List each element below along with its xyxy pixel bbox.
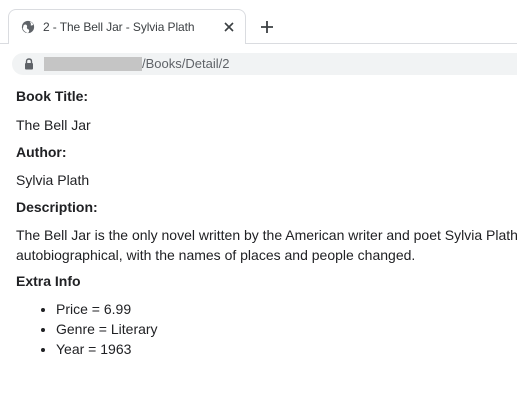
globe-icon [21,20,35,34]
tab-title: 2 - The Bell Jar - Sylvia Plath [43,20,195,34]
close-icon[interactable] [223,21,235,33]
extra-info-list: Price = 6.99 Genre = Literary Year = 196… [16,299,517,359]
tab-strip: 2 - The Bell Jar - Sylvia Plath [0,0,517,44]
description-line-1: The Bell Jar is the only novel written b… [16,227,517,243]
book-title-label: Book Title: [16,88,89,104]
url-host-redacted [44,57,142,71]
author-label: Author: [16,144,67,160]
plus-icon[interactable] [260,20,274,34]
lock-icon[interactable] [24,58,34,70]
url-path: /Books/Detail/2 [142,56,230,71]
tab-strip-divider-left [0,43,8,44]
list-item: Year = 1963 [56,339,517,359]
browser-window: 2 - The Bell Jar - Sylvia Plath /Books/D… [0,0,517,401]
page-content: Book Title: The Bell Jar Author: Sylvia … [16,88,517,359]
list-item: Genre = Literary [56,319,517,339]
tab-strip-divider [246,43,517,44]
description-line-2: autobiographical, with the names of plac… [16,247,416,263]
description-label: Description: [16,199,98,215]
book-title: The Bell Jar [16,117,91,133]
list-item: Price = 6.99 [56,299,517,319]
author-name: Sylvia Plath [16,172,90,188]
tab-book-detail[interactable]: 2 - The Bell Jar - Sylvia Plath [8,9,246,44]
extra-info-label: Extra Info [16,273,81,289]
address-bar[interactable]: /Books/Detail/2 [12,53,517,75]
